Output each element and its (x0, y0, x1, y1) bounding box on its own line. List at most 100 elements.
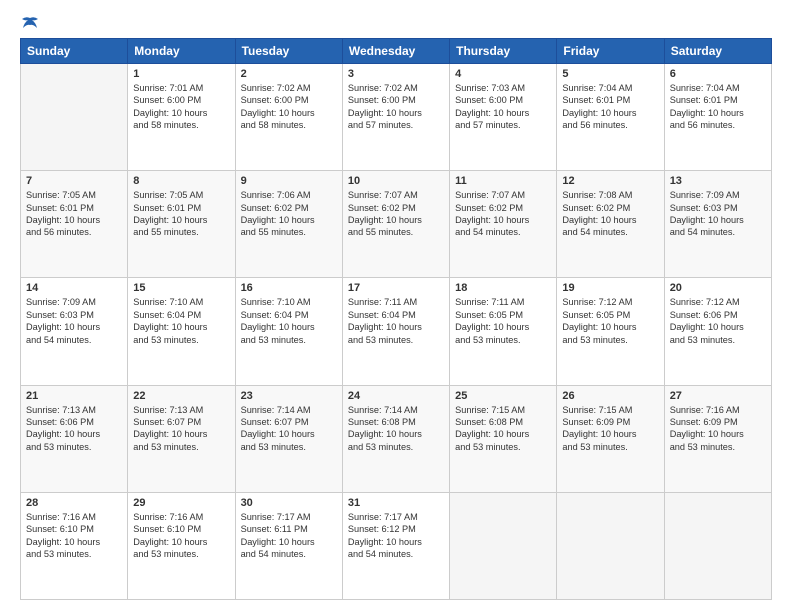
day-number: 15 (133, 282, 229, 294)
cell-content: Sunrise: 7:06 AMSunset: 6:02 PMDaylight:… (241, 189, 337, 239)
day-number: 27 (670, 390, 766, 402)
day-number: 29 (133, 497, 229, 509)
cell-content: Sunrise: 7:10 AMSunset: 6:04 PMDaylight:… (133, 296, 229, 346)
cell-content: Sunrise: 7:10 AMSunset: 6:04 PMDaylight:… (241, 296, 337, 346)
page: SundayMondayTuesdayWednesdayThursdayFrid… (0, 0, 792, 612)
cell-content: Sunrise: 7:03 AMSunset: 6:00 PMDaylight:… (455, 82, 551, 132)
cell-content: Sunrise: 7:02 AMSunset: 6:00 PMDaylight:… (241, 82, 337, 132)
day-number: 8 (133, 175, 229, 187)
day-number: 12 (562, 175, 658, 187)
calendar-cell: 20Sunrise: 7:12 AMSunset: 6:06 PMDayligh… (664, 278, 771, 385)
cell-content: Sunrise: 7:05 AMSunset: 6:01 PMDaylight:… (26, 189, 122, 239)
calendar-cell (557, 492, 664, 599)
calendar-cell: 12 Sunrise: 7:08 AMSunset: 6:02 PMDayligh… (557, 171, 664, 278)
calendar-cell: 26 Sunrise: 7:15 AMSunset: 6:09 PMDayligh… (557, 385, 664, 492)
calendar-cell: 29 Sunrise: 7:16 AMSunset: 6:10 PMDayligh… (128, 492, 235, 599)
calendar-cell: 4 Sunrise: 7:03 AMSunset: 6:00 PMDaylight… (450, 64, 557, 171)
day-number: 24 (348, 390, 444, 402)
col-header-friday: Friday (557, 39, 664, 64)
calendar-cell: 19Sunrise: 7:12 AMSunset: 6:05 PMDayligh… (557, 278, 664, 385)
calendar-cell: 17Sunrise: 7:11 AMSunset: 6:04 PMDayligh… (342, 278, 449, 385)
calendar-cell: 11 Sunrise: 7:07 AMSunset: 6:02 PMDayligh… (450, 171, 557, 278)
day-number: 10 (348, 175, 444, 187)
header (20, 16, 772, 28)
calendar-week-3: 14 Sunrise: 7:09 AMSunset: 6:03 PMDayligh… (21, 278, 772, 385)
calendar-cell: 7 Sunrise: 7:05 AMSunset: 6:01 PMDaylight… (21, 171, 128, 278)
calendar-cell: 25Sunrise: 7:15 AMSunset: 6:08 PMDayligh… (450, 385, 557, 492)
cell-content: Sunrise: 7:14 AMSunset: 6:08 PMDaylight:… (348, 404, 444, 454)
calendar-cell: 9 Sunrise: 7:06 AMSunset: 6:02 PMDaylight… (235, 171, 342, 278)
calendar-cell: 2 Sunrise: 7:02 AMSunset: 6:00 PMDaylight… (235, 64, 342, 171)
day-number: 26 (562, 390, 658, 402)
calendar-cell (450, 492, 557, 599)
day-number: 19 (562, 282, 658, 294)
cell-content: Sunrise: 7:16 AMSunset: 6:10 PMDaylight:… (133, 511, 229, 561)
calendar-cell: 6 Sunrise: 7:04 AMSunset: 6:01 PMDaylight… (664, 64, 771, 171)
day-number: 6 (670, 68, 766, 80)
cell-content: Sunrise: 7:09 AMSunset: 6:03 PMDaylight:… (670, 189, 766, 239)
day-number: 18 (455, 282, 551, 294)
calendar-cell: 1 Sunrise: 7:01 AMSunset: 6:00 PMDaylight… (128, 64, 235, 171)
day-number: 11 (455, 175, 551, 187)
cell-content: Sunrise: 7:15 AMSunset: 6:09 PMDaylight:… (562, 404, 658, 454)
day-number: 9 (241, 175, 337, 187)
calendar-cell: 18 Sunrise: 7:11 AMSunset: 6:05 PMDayligh… (450, 278, 557, 385)
cell-content: Sunrise: 7:13 AMSunset: 6:06 PMDaylight:… (26, 404, 122, 454)
cell-content: Sunrise: 7:08 AMSunset: 6:02 PMDaylight:… (562, 189, 658, 239)
day-number: 31 (348, 497, 444, 509)
day-number: 23 (241, 390, 337, 402)
calendar-cell: 31 Sunrise: 7:17 AMSunset: 6:12 PMDayligh… (342, 492, 449, 599)
cell-content: Sunrise: 7:17 AMSunset: 6:11 PMDaylight:… (241, 511, 337, 561)
day-number: 3 (348, 68, 444, 80)
calendar-week-2: 7 Sunrise: 7:05 AMSunset: 6:01 PMDaylight… (21, 171, 772, 278)
calendar-cell: 27Sunrise: 7:16 AMSunset: 6:09 PMDayligh… (664, 385, 771, 492)
day-number: 25 (455, 390, 551, 402)
col-header-monday: Monday (128, 39, 235, 64)
cell-content: Sunrise: 7:09 AMSunset: 6:03 PMDaylight:… (26, 296, 122, 346)
cell-content: Sunrise: 7:04 AMSunset: 6:01 PMDaylight:… (670, 82, 766, 132)
day-number: 7 (26, 175, 122, 187)
day-number: 5 (562, 68, 658, 80)
calendar-header-row: SundayMondayTuesdayWednesdayThursdayFrid… (21, 39, 772, 64)
day-number: 16 (241, 282, 337, 294)
day-number: 28 (26, 497, 122, 509)
calendar-week-1: 1 Sunrise: 7:01 AMSunset: 6:00 PMDaylight… (21, 64, 772, 171)
cell-content: Sunrise: 7:14 AMSunset: 6:07 PMDaylight:… (241, 404, 337, 454)
calendar-cell: 24 Sunrise: 7:14 AMSunset: 6:08 PMDayligh… (342, 385, 449, 492)
calendar-cell: 28 Sunrise: 7:16 AMSunset: 6:10 PMDayligh… (21, 492, 128, 599)
day-number: 2 (241, 68, 337, 80)
day-number: 30 (241, 497, 337, 509)
cell-content: Sunrise: 7:17 AMSunset: 6:12 PMDaylight:… (348, 511, 444, 561)
calendar-cell: 10Sunrise: 7:07 AMSunset: 6:02 PMDayligh… (342, 171, 449, 278)
day-number: 17 (348, 282, 444, 294)
calendar-cell: 14 Sunrise: 7:09 AMSunset: 6:03 PMDayligh… (21, 278, 128, 385)
calendar-cell: 22Sunrise: 7:13 AMSunset: 6:07 PMDayligh… (128, 385, 235, 492)
cell-content: Sunrise: 7:01 AMSunset: 6:00 PMDaylight:… (133, 82, 229, 132)
col-header-tuesday: Tuesday (235, 39, 342, 64)
calendar-cell: 15 Sunrise: 7:10 AMSunset: 6:04 PMDayligh… (128, 278, 235, 385)
calendar-cell: 13Sunrise: 7:09 AMSunset: 6:03 PMDayligh… (664, 171, 771, 278)
calendar-cell: 16 Sunrise: 7:10 AMSunset: 6:04 PMDayligh… (235, 278, 342, 385)
cell-content: Sunrise: 7:02 AMSunset: 6:00 PMDaylight:… (348, 82, 444, 132)
calendar-week-5: 28 Sunrise: 7:16 AMSunset: 6:10 PMDayligh… (21, 492, 772, 599)
col-header-sunday: Sunday (21, 39, 128, 64)
day-number: 14 (26, 282, 122, 294)
day-number: 21 (26, 390, 122, 402)
calendar-cell (664, 492, 771, 599)
logo-bird-icon (21, 16, 39, 32)
cell-content: Sunrise: 7:11 AMSunset: 6:05 PMDaylight:… (455, 296, 551, 346)
col-header-wednesday: Wednesday (342, 39, 449, 64)
cell-content: Sunrise: 7:16 AMSunset: 6:10 PMDaylight:… (26, 511, 122, 561)
day-number: 22 (133, 390, 229, 402)
day-number: 1 (133, 68, 229, 80)
calendar-cell: 23 Sunrise: 7:14 AMSunset: 6:07 PMDayligh… (235, 385, 342, 492)
cell-content: Sunrise: 7:07 AMSunset: 6:02 PMDaylight:… (455, 189, 551, 239)
day-number: 4 (455, 68, 551, 80)
calendar-cell: 5 Sunrise: 7:04 AMSunset: 6:01 PMDaylight… (557, 64, 664, 171)
cell-content: Sunrise: 7:12 AMSunset: 6:06 PMDaylight:… (670, 296, 766, 346)
cell-content: Sunrise: 7:04 AMSunset: 6:01 PMDaylight:… (562, 82, 658, 132)
calendar-week-4: 21 Sunrise: 7:13 AMSunset: 6:06 PMDayligh… (21, 385, 772, 492)
calendar-cell: 21 Sunrise: 7:13 AMSunset: 6:06 PMDayligh… (21, 385, 128, 492)
col-header-thursday: Thursday (450, 39, 557, 64)
calendar-cell (21, 64, 128, 171)
